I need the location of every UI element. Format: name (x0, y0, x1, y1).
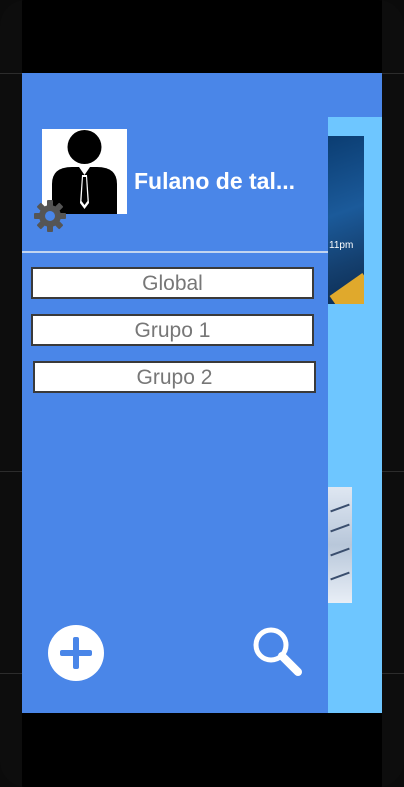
thumbnail-caption: 11pm (329, 240, 354, 251)
thumbnail-line (330, 571, 350, 581)
gear-icon[interactable] (33, 199, 67, 233)
group-1-button[interactable]: Grupo 1 (31, 314, 314, 346)
add-button[interactable] (48, 625, 104, 681)
device-frame: 11pm Fulano de tal... Global Grupo 1 Gru… (0, 0, 404, 787)
divider (22, 251, 328, 253)
thumbnail-line (330, 547, 350, 557)
thumbnail-accent (329, 273, 364, 304)
search-icon[interactable] (249, 623, 305, 679)
background-thumbnail[interactable] (328, 487, 352, 603)
thumbnail-line (330, 503, 350, 513)
background-app: 11pm (328, 73, 382, 713)
group-2-button[interactable]: Grupo 2 (33, 361, 316, 393)
background-content: 11pm (328, 117, 382, 713)
group-global-button[interactable]: Global (31, 267, 314, 299)
navigation-drawer: Fulano de tal... Global Grupo 1 Grupo 2 (22, 73, 328, 713)
status-bar-area (22, 0, 382, 73)
navigation-bar-area (22, 713, 382, 787)
thumbnail-line (330, 523, 350, 533)
user-name: Fulano de tal... (134, 168, 296, 194)
background-thumbnail[interactable]: 11pm (328, 136, 364, 304)
plus-icon (60, 637, 92, 669)
